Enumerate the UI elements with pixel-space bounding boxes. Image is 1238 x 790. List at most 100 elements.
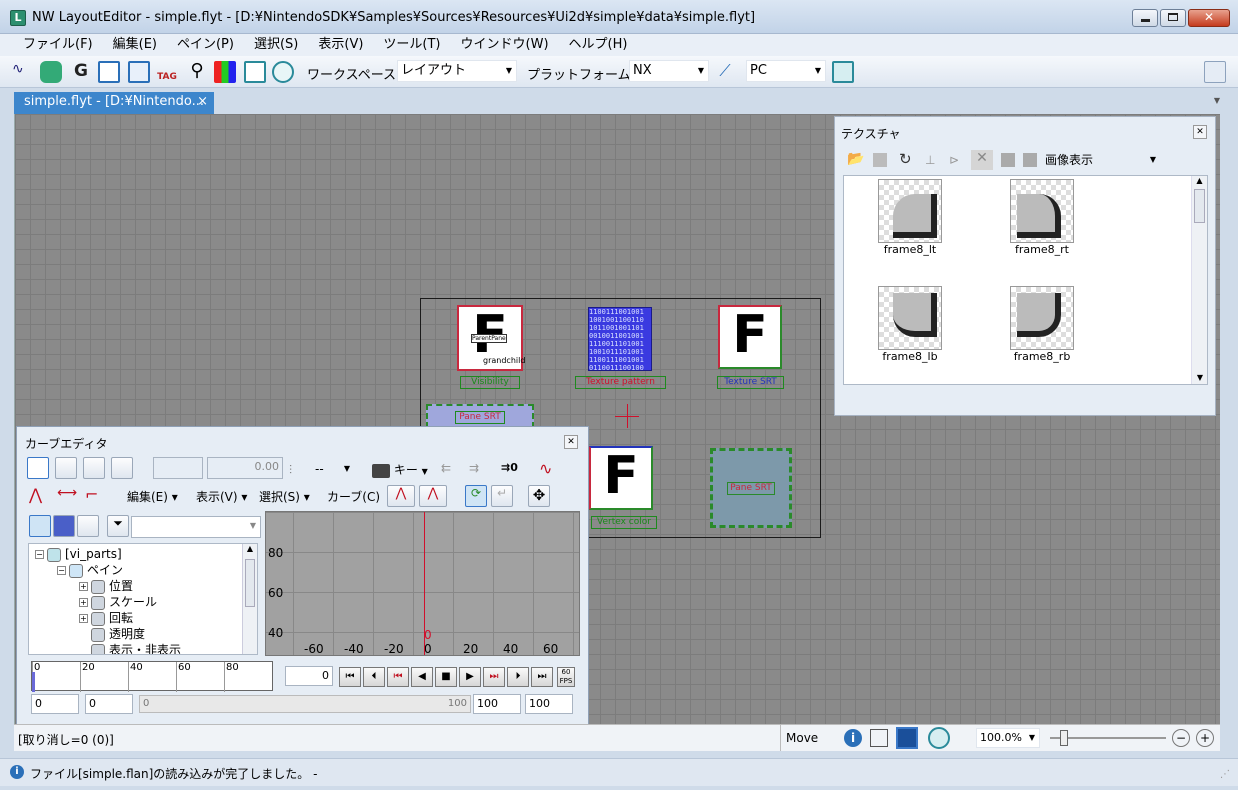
close-window-button[interactable]: ✕ [1188,9,1230,27]
pane-texture-pattern-image[interactable]: 1100111001001 1001001100110 1011001001101 0… [588,307,652,371]
list-view-icon[interactable] [53,515,75,537]
tree-view-icon[interactable] [29,515,51,537]
folder-open-icon[interactable]: 📂 [847,151,864,167]
step-curve-icon[interactable]: ⌐ [85,485,98,504]
zoom-select[interactable]: 100.0% ▼ [976,728,1040,748]
current-frame-field[interactable]: 0 [285,666,333,686]
menu-select[interactable]: 選択(S) [243,35,307,55]
tree-scrollbar[interactable]: ▲ [242,544,257,654]
hierarchy-icon[interactable]: ⊥ [925,153,935,167]
delete-icon[interactable]: ✕ [971,150,993,170]
refresh-icon[interactable]: ↻ [899,150,912,168]
curve-menu-curve[interactable]: カーブ(C) [327,488,380,505]
key-zero-icon[interactable]: ⇉0 [501,461,518,474]
frame-icon[interactable] [128,61,150,83]
expand-icon[interactable]: + [79,614,88,623]
list-icon[interactable] [870,729,888,747]
ease-curve-icon[interactable]: ⋀ [29,485,42,504]
zoom-out-icon[interactable]: − [1172,729,1190,747]
next-key-icon[interactable]: ⏭ [483,667,505,687]
preview-icon[interactable] [832,61,854,83]
menu-window[interactable]: ウインドウ(W) [450,35,558,55]
filter-icon[interactable]: ⏷ [107,515,129,537]
pane-icon[interactable] [244,61,266,83]
texture-view-select[interactable]: 画像表示 ▼ [1041,149,1161,171]
key-prev-icon[interactable]: ⇇ [441,461,451,475]
screen-icon[interactable] [896,727,918,749]
tree-item[interactable]: + 位置 [79,578,133,594]
play-icon[interactable]: ▶ [459,667,481,687]
tag-icon[interactable]: TAG [156,61,178,83]
curve-menu-view[interactable]: 表示(V) ▾ [196,488,247,505]
loop-icon[interactable]: ⟳ [465,485,487,507]
close-tab-icon[interactable]: × [197,92,208,112]
target-select[interactable]: PC ▼ [746,60,826,82]
range-slider[interactable]: 0 100 [139,695,471,713]
tree-item[interactable]: +表示・非表示 [79,642,181,654]
curve-icon[interactable]: ∿ [539,459,552,478]
key-next-icon[interactable]: ⇉ [469,461,479,475]
next-frame-icon[interactable]: ⏵ [507,667,529,687]
expand-icon[interactable]: − [57,566,66,575]
stop-icon[interactable]: ■ [435,667,457,687]
add-key-icon[interactable] [55,457,77,479]
expand-icon[interactable]: + [79,582,88,591]
curve-graph[interactable]: 80 60 40 -60 -40 -20 0 20 40 60 0 [265,511,580,656]
layout-windows-icon[interactable] [1204,61,1226,83]
pane-texture-srt-image[interactable]: F [718,305,782,369]
filter-icon[interactable]: ⊳ [949,153,959,167]
color-icon[interactable] [214,61,236,83]
resize-grip-icon[interactable]: ⋰ [1220,769,1230,780]
range-end-field[interactable]: 100 [473,694,521,714]
zoom-in-icon[interactable]: + [1196,729,1214,747]
curve-post-icon[interactable]: ⋀ [419,485,447,507]
texture-item[interactable]: frame8_rt [1010,179,1087,256]
pane-visibility-image[interactable]: F ParentPane grandchild [457,305,525,371]
range-start-field[interactable]: 0 [31,694,79,714]
insert-key-icon[interactable] [83,457,105,479]
zoom-slider-thumb[interactable] [1060,730,1068,746]
maximize-button[interactable] [1160,9,1186,27]
texture-item[interactable]: frame8_rb [1010,286,1087,363]
texture-list-scrollbar[interactable]: ▲ ▼ [1191,176,1207,384]
prev-key-icon[interactable]: ⏮ [387,667,409,687]
return-icon[interactable]: ↵ [491,485,513,507]
platform-select[interactable]: NX ▼ [629,60,709,82]
play-reverse-icon[interactable]: ◀ [411,667,433,687]
g-icon[interactable]: G [70,61,92,83]
interpolation-select[interactable]: -- ▼ [311,458,355,478]
goto-end-icon[interactable]: ⏭ [531,667,553,687]
expand-icon[interactable]: + [79,598,88,607]
parts-view-icon[interactable] [928,727,950,749]
range-end2-field[interactable]: 100 [525,694,573,714]
tree-item[interactable]: − [vi_parts] [35,546,122,562]
copy-icon[interactable] [873,153,887,167]
menu-tool[interactable]: ツール(T) [372,35,449,55]
curve-pre-icon[interactable]: ⋀ [387,485,415,507]
prev-frame-icon[interactable]: ⏴ [363,667,385,687]
range-start2-field[interactable]: 0 [85,694,133,714]
search-icon[interactable]: ⚲ [186,61,208,83]
color-view-icon[interactable] [77,515,99,537]
curve-menu-select[interactable]: 選択(S) ▾ [259,488,310,505]
frame-field[interactable] [153,457,203,479]
value-field[interactable]: 0.00 [207,457,283,479]
key-menu[interactable]: キー ▼ [372,461,428,478]
key-icon[interactable] [27,457,49,479]
timeline-cursor[interactable] [32,672,35,692]
workspace-select[interactable]: レイアウト ▼ [397,60,517,82]
face-icon[interactable] [40,61,62,83]
tree-icon[interactable] [98,61,120,83]
menu-help[interactable]: ヘルプ(H) [558,35,637,55]
pane-vertex-color-image[interactable]: F [589,446,653,510]
menu-view[interactable]: 表示(V) [307,35,372,55]
tree-item[interactable]: − ペイン [57,562,123,578]
export-icon[interactable] [1001,153,1015,167]
texture-list[interactable]: frame8_lt frame8_rt frame8_lb frame8_rb … [843,175,1208,385]
fit-view-icon[interactable]: ✥ [528,485,550,507]
tree-item[interactable]: + スケール [79,594,157,610]
import-icon[interactable] [1023,153,1037,167]
parts-icon[interactable] [272,61,294,83]
texture-item[interactable]: frame8_lb [878,286,955,363]
tree-item[interactable]: +透明度 [79,626,145,642]
